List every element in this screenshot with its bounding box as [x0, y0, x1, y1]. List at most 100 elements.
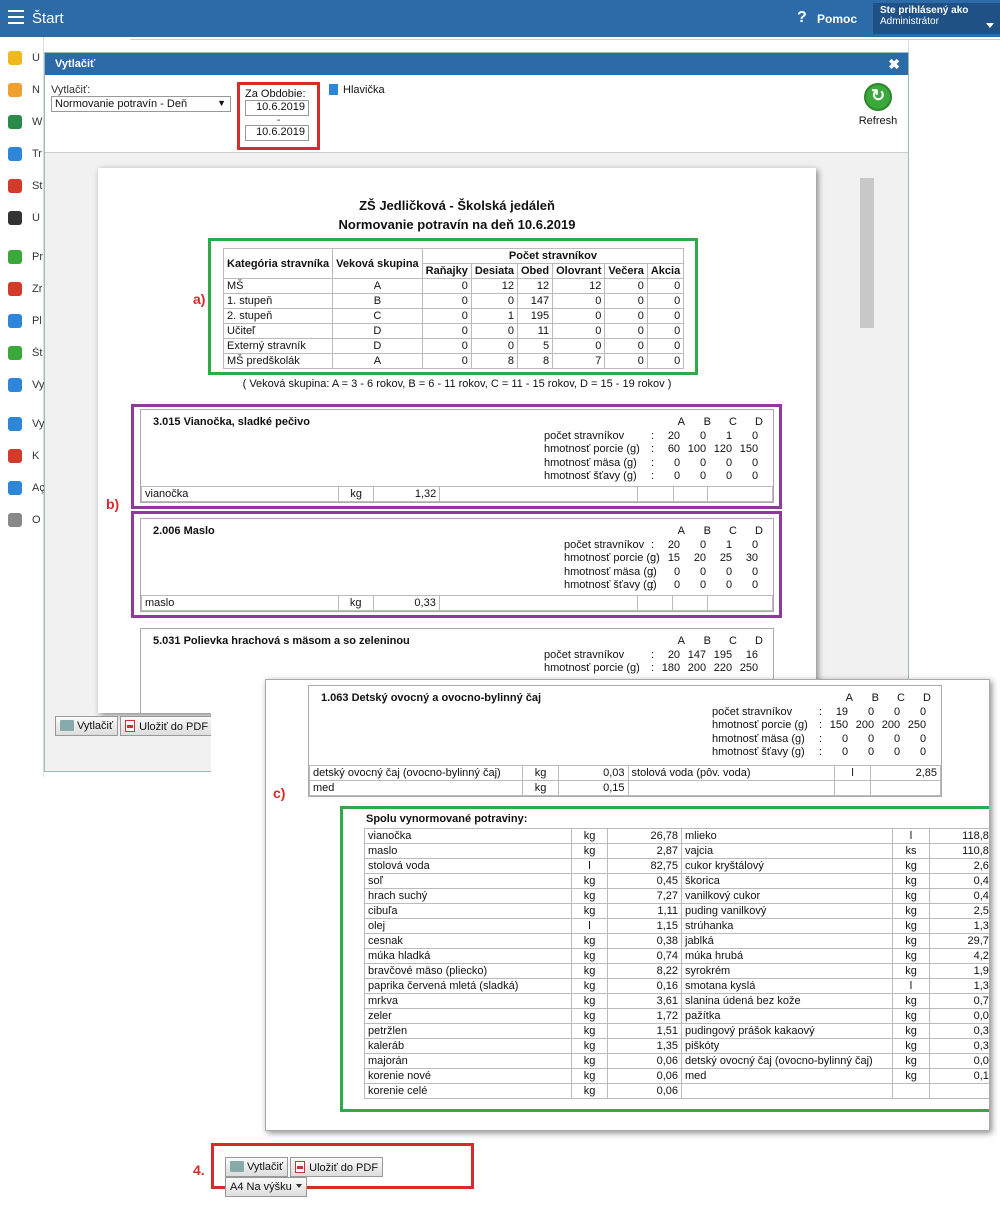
sidebar-item[interactable]: St: [8, 177, 44, 197]
print-type-select[interactable]: Normovanie potravín - Deň ▼: [51, 96, 231, 112]
sidebar-item[interactable]: Vy: [8, 415, 44, 435]
ingredient-cell: stolová voda (pôv. voda): [627, 765, 835, 781]
sidebar-item[interactable]: Aç: [8, 479, 44, 499]
preview-scrollbar[interactable]: [860, 178, 874, 328]
count-cell: 0: [646, 308, 685, 324]
date-from-field[interactable]: 10.6.2019: [245, 100, 309, 116]
summary-cell: strúhanka: [681, 918, 893, 934]
count-cell: 0: [604, 308, 648, 324]
sidebar-item[interactable]: K: [8, 447, 44, 467]
stats-header: A B C D: [544, 416, 763, 430]
sidebar-item[interactable]: Vy: [8, 376, 44, 396]
summary-cell: 0,06: [607, 1068, 682, 1084]
report-page: ZŠ Jedličková - Školská jedáleň Normovan…: [98, 168, 816, 713]
group-letter: A: [677, 635, 685, 647]
table-row: maslokg2,87vajciaks110,85: [364, 843, 989, 859]
print-type-value: Normovanie potravín - Deň: [55, 98, 188, 110]
save-pdf-button-label: Uložiť do PDF: [309, 1162, 379, 1174]
summary-cell: vanilkový cukor: [681, 888, 893, 904]
stats-row: hmotnosť porcie (g):60 100 120 150: [544, 443, 763, 457]
header-checkbox-label: Hlavička: [343, 84, 385, 96]
stats-row: hmotnosť šťavy (g):0000: [544, 470, 763, 484]
summary-cell: 0,06: [607, 1053, 682, 1069]
save-pdf-button[interactable]: Uložiť do PDF: [120, 716, 214, 736]
summary-cell: piškóty: [681, 1038, 893, 1054]
save-pdf-button[interactable]: Uložiť do PDF: [290, 1157, 384, 1177]
stat-value: 0: [867, 705, 875, 718]
stat-value: 16: [745, 648, 759, 661]
sidebar-item-label: Pr: [32, 251, 43, 263]
sidebar-item[interactable]: Ú: [8, 209, 44, 229]
print-button-label: Vytlačiť: [77, 720, 114, 732]
table-row: majorán kg 0,06 detský ovocný čaj (ovocno-b…: [364, 1053, 989, 1069]
age-cell: C: [332, 308, 423, 324]
hamburger-menu-icon[interactable]: [8, 10, 24, 24]
sidebar-item[interactable]: Ú: [8, 49, 44, 69]
print-button[interactable]: Vytlačiť: [225, 1157, 289, 1177]
stat-value: 19: [835, 705, 849, 718]
summary-cell: [892, 1083, 930, 1099]
stats-header: A B C D: [564, 525, 763, 539]
help-icon[interactable]: ?: [797, 9, 807, 27]
sidebar-item[interactable]: Št: [8, 344, 44, 364]
top-bar: Štart ? Pomoc Ste prihlásený ako Adminis…: [0, 0, 1000, 37]
sidebar-item-label: St: [32, 180, 43, 192]
refresh-button[interactable]: Refresh: [853, 81, 903, 131]
header-checkbox[interactable]: Hlavička: [329, 84, 385, 96]
sidebar-item[interactable]: N: [8, 81, 44, 101]
ingredient-cell: detský ovocný čaj (ovocno-bylinný čaj): [308, 765, 524, 781]
stat-value: 0: [751, 429, 759, 442]
stat-value: 0: [919, 732, 927, 745]
empty-cell: [706, 595, 774, 611]
group-letter: C: [729, 635, 737, 647]
sidebar-item[interactable]: Tr: [8, 145, 44, 165]
sidebar-item[interactable]: O: [8, 511, 44, 531]
table-row: cibuľakg1,11puding vanilkovýkg2,54: [364, 903, 989, 919]
annotation-c: c): [273, 785, 286, 801]
refresh-label: Refresh: [858, 115, 898, 127]
table-header: Raňajky: [421, 263, 472, 279]
count-cell: 0: [552, 308, 606, 324]
diner-count-table: Kategória stravníka Veková skupina Počet…: [222, 248, 685, 369]
group-letter: A: [845, 692, 853, 704]
user-menu[interactable]: Ste prihlásený ako Administrátor: [873, 3, 1000, 34]
print-button[interactable]: Vytlačiť: [55, 716, 119, 736]
sidebar-item-label: Pl: [32, 315, 42, 327]
summary-cell: soľ: [364, 873, 572, 889]
stat-value: 20: [667, 429, 681, 442]
summary-cell: 110,85: [929, 843, 989, 859]
summary-cell: olej: [364, 918, 572, 934]
chevron-down-icon: ▼: [217, 98, 226, 108]
summary-cell: 3,61: [607, 993, 682, 1009]
page-format-dropdown[interactable]: A4 Na výšku: [225, 1177, 307, 1197]
table-row: 2. stupeň C 0 1 195 0 0 0: [222, 308, 685, 324]
summary-cell: petržlen: [364, 1023, 572, 1039]
shield-icon: [8, 346, 22, 360]
close-icon[interactable]: ✖: [888, 56, 900, 73]
app-title[interactable]: Štart: [32, 10, 64, 27]
sidebar-item[interactable]: Pr: [8, 248, 44, 268]
sidebar: Ú N W Tr St Ú Pr Zr Pl Št Vy Vy K Aç O: [0, 37, 44, 777]
count-cell: 8: [516, 353, 554, 369]
summary-cell: 0,38: [929, 1038, 989, 1054]
date-to-field[interactable]: 10.6.2019: [245, 125, 309, 141]
sidebar-item[interactable]: W: [8, 113, 44, 133]
table-header: Akcia: [646, 263, 685, 279]
sidebar-item[interactable]: Zr: [8, 280, 44, 300]
empty-cell: [636, 595, 674, 611]
stats-header: A B C D: [712, 692, 931, 706]
summary-cell: kg: [892, 948, 930, 964]
gear-icon: [8, 513, 22, 527]
summary-cell: [681, 1083, 893, 1099]
age-group-note: ( Veková skupina: A = 3 - 6 rokov, B = 6…: [242, 378, 672, 390]
sidebar-item[interactable]: Pl: [8, 312, 44, 332]
help-link[interactable]: Pomoc: [817, 12, 857, 26]
count-cell: 0: [604, 278, 648, 294]
count-cell: 0: [646, 278, 685, 294]
circle-icon: [8, 282, 22, 296]
count-cell: 1: [470, 308, 519, 324]
empty-cell: [439, 486, 639, 502]
stat-label: hmotnosť porcie (g): [544, 662, 640, 674]
stat-value: 0: [725, 565, 733, 578]
report-title: Normovanie potravín na deň 10.6.2019: [338, 217, 576, 232]
